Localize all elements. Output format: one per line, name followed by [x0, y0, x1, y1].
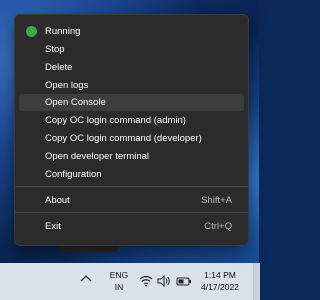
menu-item-label: Open developer terminal [45, 151, 150, 162]
wifi-icon [139, 275, 153, 287]
menu-item-label: Exit [45, 221, 61, 232]
menu-item-open-developer-terminal[interactable]: Open developer terminal [19, 148, 244, 165]
language-region: IN [114, 282, 124, 292]
menu-item-stop[interactable]: Stop [19, 41, 244, 58]
menu-item-running[interactable]: Running [19, 23, 244, 40]
menu-item-label: Stop [45, 44, 65, 55]
running-status-icon [26, 26, 37, 37]
show-desktop-button[interactable] [253, 263, 260, 300]
menu-item-copy-login-developer[interactable]: Copy OC login command (developer) [19, 130, 244, 147]
language-indicator[interactable]: ENG IN [108, 269, 130, 293]
battery-icon [176, 277, 191, 286]
clock-date: 4/17/2022 [201, 282, 239, 292]
menu-item-exit[interactable]: Exit Ctrl+Q [19, 218, 244, 235]
menu-item-label: Configuration [45, 169, 102, 180]
clock-time: 1:14 PM [204, 270, 236, 280]
chevron-up-icon[interactable] [80, 274, 92, 284]
context-menu: Running Stop Delete Open logs Open Conso… [14, 14, 249, 246]
taskbar: ENG IN 1:14 PM 4/17/2022 [0, 263, 260, 300]
menu-item-label: Running [45, 26, 81, 37]
menu-item-configuration[interactable]: Configuration [19, 166, 244, 183]
menu-item-label: Open logs [45, 80, 89, 91]
menu-item-shortcut: Ctrl+Q [204, 221, 232, 232]
menu-item-about[interactable]: About Shift+A [19, 192, 244, 209]
menu-item-label: About [45, 195, 70, 206]
menu-item-label: Copy OC login command (developer) [45, 133, 202, 144]
menu-separator [15, 212, 248, 213]
menu-item-open-console[interactable]: Open Console [19, 94, 244, 111]
language-code: ENG [109, 270, 129, 280]
menu-separator [15, 186, 248, 187]
menu-item-open-logs[interactable]: Open logs [19, 77, 244, 94]
menu-item-label: Copy OC login command (admin) [45, 115, 186, 126]
volume-icon [157, 275, 170, 287]
menu-item-label: Delete [45, 62, 73, 73]
menu-item-copy-login-admin[interactable]: Copy OC login command (admin) [19, 112, 244, 129]
menu-item-label: Open Console [45, 97, 106, 108]
menu-item-shortcut: Shift+A [201, 195, 232, 206]
menu-item-delete[interactable]: Delete [19, 59, 244, 76]
clock[interactable]: 1:14 PM 4/17/2022 [195, 269, 245, 293]
